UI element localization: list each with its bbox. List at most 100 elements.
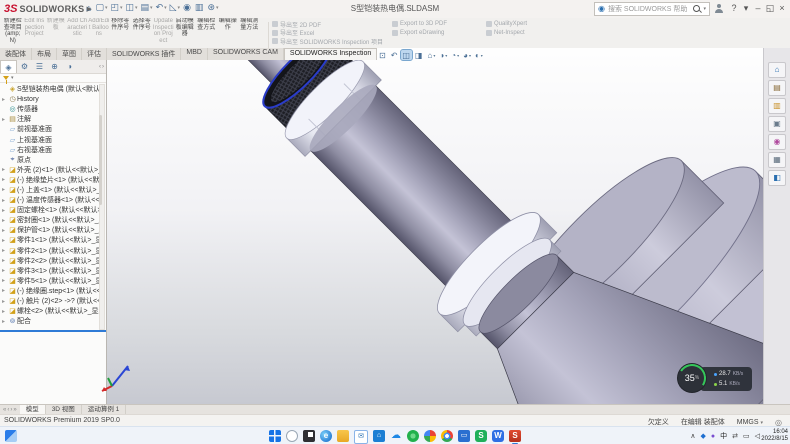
help-search-box[interactable]: ◉ 搜索 SOLIDWORKS 帮助 ▾ bbox=[594, 2, 710, 16]
tree-item[interactable]: ▸ ◪ 外壳 (2)<1> (默认<<默认>_显示状态 bbox=[0, 165, 100, 175]
rollback-bar[interactable] bbox=[0, 330, 106, 332]
tree-item[interactable]: ▸ ⊚ 配合 bbox=[0, 316, 100, 326]
tree-item[interactable]: ▸ ◪ 零件5<1> (默认<<默认>_显示状态 bbox=[0, 276, 100, 286]
ribbon-button[interactable]: 新建检查项目 (amp;N) bbox=[2, 18, 24, 47]
dropdown-caret-icon[interactable]: ▾ bbox=[481, 53, 483, 58]
ribbon-button[interactable]: Add Characteristic bbox=[67, 18, 89, 47]
taskbar-app-icon[interactable]: W bbox=[492, 430, 504, 442]
tree-item[interactable]: ⌖ 原点 bbox=[0, 155, 100, 165]
ribbon-button[interactable]: Add/Edit Balloons bbox=[88, 18, 110, 47]
usage-percent-ball[interactable]: 35% bbox=[678, 364, 706, 392]
taskbar-app-icon[interactable] bbox=[407, 430, 419, 442]
tree-item[interactable]: ▸ ◪ (-) 上盖<1> (默认<<默认>_显示状态 bbox=[0, 185, 100, 195]
tree-item[interactable]: ▸ ◪ 螺栓<2> (默认<<默认>_显示状态 bbox=[0, 306, 100, 316]
login-button[interactable] bbox=[715, 4, 723, 13]
window-control-button[interactable]: ? bbox=[728, 3, 740, 14]
ribbon-button[interactable]: Edit Inspection Project bbox=[24, 18, 46, 47]
scroll-left-icon[interactable]: ‹ bbox=[99, 64, 101, 70]
search-input[interactable]: 搜索 SOLIDWORKS 帮助 bbox=[608, 4, 691, 14]
task-pane-tab[interactable]: ◧ bbox=[768, 170, 786, 186]
view-tool-button[interactable]: ↶ bbox=[390, 50, 400, 60]
search-icon[interactable] bbox=[693, 5, 700, 12]
export-button[interactable]: 导出至 2D PDF bbox=[272, 20, 384, 29]
dropdown-caret-icon[interactable]: ▾ bbox=[445, 53, 447, 58]
ribbon-button[interactable]: 移除零件序号 bbox=[110, 18, 132, 47]
tray-icon[interactable]: ◆ bbox=[700, 432, 705, 440]
panel-tab[interactable]: ⊕ bbox=[47, 60, 62, 73]
export-button[interactable]: Export to 3D PDF bbox=[392, 20, 478, 29]
dropdown-caret-icon[interactable]: ▾ bbox=[469, 53, 471, 58]
units-selector[interactable]: MMGS ▾ bbox=[737, 419, 763, 426]
task-pane-tab[interactable]: ◉ bbox=[768, 134, 786, 150]
float-ball-widget[interactable]: 28.7 KB/s 5.1 KB/s 35% bbox=[678, 364, 760, 394]
taskbar-app-icon[interactable]: ☁ bbox=[390, 430, 402, 442]
view-tool-button[interactable]: ◑▾ bbox=[438, 50, 448, 60]
scroll-right-icon[interactable]: › bbox=[102, 64, 104, 70]
export-button[interactable]: QualityXpert bbox=[486, 20, 558, 29]
command-tab[interactable]: SOLIDWORKS Inspection bbox=[284, 48, 377, 60]
view-tool-button[interactable]: ◔▾ bbox=[450, 50, 460, 60]
tab-nav-button[interactable]: ‹ bbox=[7, 407, 9, 413]
tree-item[interactable]: ▸ ◪ (-) 绝缘圈.step<1> (默认<<默认>_ bbox=[0, 286, 100, 296]
window-control-button[interactable]: – bbox=[752, 3, 764, 14]
tree-item[interactable]: ▸ ◪ 零件2<1> (默认<<默认>_显示状态 bbox=[0, 246, 100, 256]
panel-tab[interactable]: ☰ bbox=[32, 60, 47, 73]
view-tool-button[interactable]: ◨ bbox=[414, 50, 425, 60]
view-tool-button[interactable]: ◕▾ bbox=[462, 50, 472, 60]
dropdown-caret-icon[interactable]: ▾ bbox=[433, 53, 435, 58]
export-button[interactable]: 导出至 Excel bbox=[272, 29, 384, 38]
command-tab[interactable]: 装配体 bbox=[0, 48, 32, 60]
ribbon-button[interactable]: 选择零件序号 bbox=[131, 18, 153, 47]
tab-nav-button[interactable]: › bbox=[10, 407, 12, 413]
window-control-button[interactable]: × bbox=[776, 3, 788, 14]
taskbar-app-icon[interactable] bbox=[424, 430, 436, 442]
taskbar-app-icon[interactable] bbox=[337, 430, 349, 442]
ribbon-button[interactable]: Update Inspection Project bbox=[153, 18, 175, 47]
tree-item[interactable]: ▸ ◪ 零件1<1> (默认<<默认>_显示状态 bbox=[0, 235, 100, 245]
ribbon-button[interactable]: 启动模板编辑器 bbox=[174, 18, 196, 47]
taskbar-app-icon[interactable] bbox=[441, 430, 453, 442]
tray-icon[interactable]: ∧ bbox=[690, 432, 695, 440]
taskbar-app-icon[interactable]: ⌂ bbox=[373, 430, 385, 442]
window-control-button[interactable]: ▾ bbox=[740, 3, 752, 14]
tab-nav-button[interactable]: » bbox=[13, 407, 16, 413]
tree-item[interactable]: ▸ ▤ 注解 bbox=[0, 114, 100, 124]
tree-item[interactable]: ▸ ◪ (-) 触片 (2)<2> ->? (默认<<默认>_ bbox=[0, 296, 100, 306]
dropdown-caret-icon[interactable]: ▾ bbox=[457, 53, 459, 58]
command-tab[interactable]: 草图 bbox=[57, 48, 82, 60]
taskbar-clock[interactable]: 16:04 2022/8/15 bbox=[761, 429, 788, 443]
tray-icon[interactable]: ● bbox=[711, 433, 715, 440]
task-pane-tab[interactable]: ▣ bbox=[768, 116, 786, 132]
viewport-canvas[interactable]: ◎ ⊡ ↶ ◫ ◨ ⌂▾ bbox=[106, 48, 764, 404]
taskbar-app-icon[interactable] bbox=[286, 430, 298, 442]
tree-scrollbar[interactable] bbox=[99, 84, 105, 330]
ribbon-button[interactable]: 编辑操作 bbox=[217, 18, 239, 47]
command-tab[interactable]: 评估 bbox=[82, 48, 107, 60]
panel-tab[interactable]: ⚙ bbox=[17, 60, 32, 73]
tree-item[interactable]: ▸ ◪ (-) 绝缘垫片<1> (默认<<默认>_显示 bbox=[0, 175, 100, 185]
tree-item[interactable]: ◈ S型铠装热电偶 (默认<默认>_显示状态-1 bbox=[0, 84, 100, 94]
command-tab[interactable]: MBD bbox=[181, 48, 208, 60]
taskbar-app-icon[interactable]: S bbox=[475, 430, 487, 442]
taskbar-app-icon[interactable]: ✉ bbox=[354, 430, 368, 444]
tree-item[interactable]: ▸ ◷ History bbox=[0, 94, 100, 104]
ribbon-button[interactable]: 编辑检查方式 bbox=[196, 18, 218, 47]
panel-tab[interactable]: ◑ bbox=[62, 60, 77, 73]
tree-item[interactable]: ▱ 前视基准面 bbox=[0, 124, 100, 134]
tree-item[interactable]: ▸ ◪ 密封圈<1> (默认<<默认>_显示状态 bbox=[0, 215, 100, 225]
tree-item[interactable]: ▸ ◪ (-) 温度传感器<1> (默认<<默认>_显 bbox=[0, 195, 100, 205]
task-pane-tab[interactable]: ▥ bbox=[768, 98, 786, 114]
export-button[interactable]: Net-Inspect bbox=[486, 29, 558, 38]
export-button[interactable]: Export eDrawing bbox=[392, 29, 478, 38]
tree-item[interactable]: ▸ ◪ 零件3<1> (默认<<默认>_显示状态 bbox=[0, 266, 100, 276]
task-pane-tab[interactable]: ▤ bbox=[768, 80, 786, 96]
taskbar-app-icon[interactable]: S bbox=[509, 430, 521, 442]
view-tool-button[interactable]: ⌂▾ bbox=[427, 50, 437, 60]
view-tool-button[interactable]: ◐▾ bbox=[474, 50, 484, 60]
tree-filter-bar[interactable]: ▾ bbox=[0, 73, 106, 83]
export-button[interactable]: 导出至 SOLIDWORKS Inspection 项目 bbox=[272, 37, 384, 46]
ribbon-button[interactable]: 新建模板 bbox=[45, 18, 67, 47]
taskbar-app-icon[interactable]: ▭ bbox=[458, 430, 470, 442]
tray-icon[interactable]: ⇄ bbox=[732, 432, 738, 440]
view-tool-button[interactable]: ⊡ bbox=[378, 50, 388, 60]
